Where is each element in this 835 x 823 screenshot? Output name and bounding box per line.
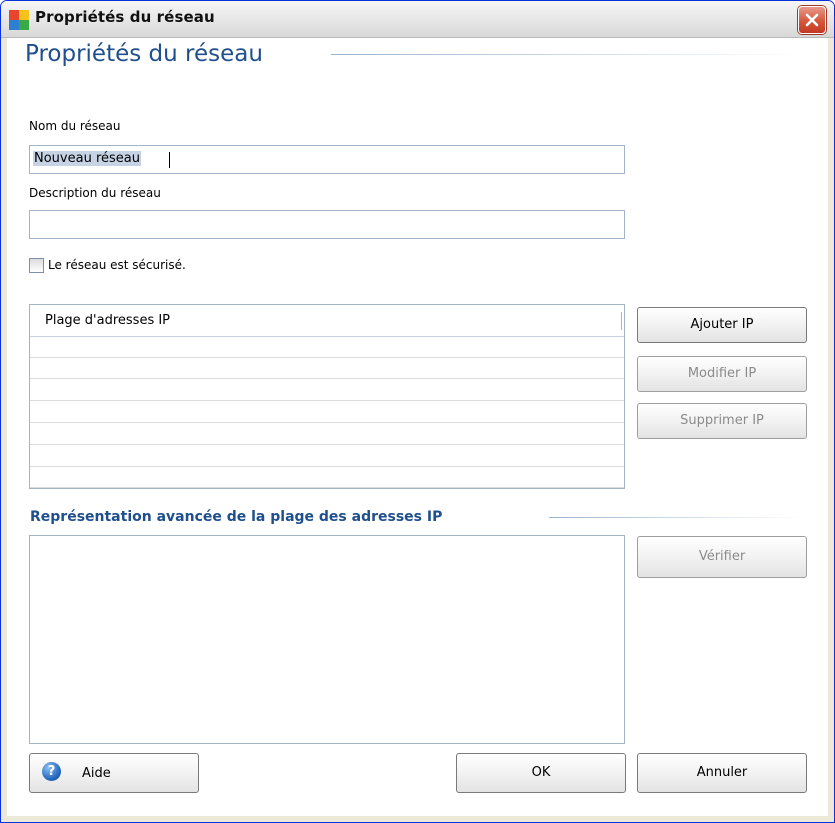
network-name-value: Nouveau réseau xyxy=(33,151,141,166)
title-bar[interactable]: Propriétés du réseau xyxy=(1,1,834,38)
section-title-divider xyxy=(331,54,801,55)
secured-network-checkbox[interactable] xyxy=(29,258,44,273)
verify-button[interactable]: Vérifier xyxy=(637,536,807,578)
edit-ip-button[interactable]: Modifier IP xyxy=(637,356,807,392)
add-ip-button[interactable]: Ajouter IP xyxy=(637,307,807,343)
network-properties-icon xyxy=(9,10,29,30)
list-item[interactable] xyxy=(30,424,624,445)
list-item[interactable] xyxy=(30,446,624,467)
list-item[interactable] xyxy=(30,467,624,488)
section-title: Propriétés du réseau xyxy=(25,41,263,67)
window-title: Propriétés du réseau xyxy=(35,8,215,26)
text-caret xyxy=(169,152,170,168)
network-description-input[interactable] xyxy=(29,210,625,239)
list-item[interactable] xyxy=(30,402,624,423)
help-button[interactable]: ? Aide xyxy=(29,753,199,793)
ip-range-column-header[interactable]: Plage d'adresses IP xyxy=(30,305,624,337)
dialog-window: Propriétés du réseau Propriétés du résea… xyxy=(0,0,835,823)
delete-ip-button[interactable]: Supprimer IP xyxy=(637,403,807,439)
network-name-input[interactable]: Nouveau réseau xyxy=(29,145,625,174)
network-name-label: Nom du réseau xyxy=(29,119,121,133)
close-button[interactable] xyxy=(798,6,826,34)
advanced-section-divider xyxy=(549,517,801,518)
ok-button[interactable]: OK xyxy=(456,753,626,793)
cancel-button[interactable]: Annuler xyxy=(637,753,807,793)
secured-network-label[interactable]: Le réseau est sécurisé. xyxy=(48,258,186,272)
advanced-ip-range-textarea[interactable] xyxy=(29,535,625,744)
close-icon xyxy=(805,13,819,27)
list-item[interactable] xyxy=(30,358,624,379)
column-separator xyxy=(621,312,622,330)
help-icon: ? xyxy=(42,762,61,781)
list-item[interactable] xyxy=(30,337,624,358)
list-item[interactable] xyxy=(30,380,624,401)
advanced-section-title: Représentation avancée de la plage des a… xyxy=(30,509,443,525)
ip-range-column-label: Plage d'adresses IP xyxy=(45,313,171,328)
network-description-label: Description du réseau xyxy=(29,186,161,200)
help-button-label: Aide xyxy=(82,766,111,781)
ip-range-list[interactable]: Plage d'adresses IP xyxy=(29,304,625,489)
